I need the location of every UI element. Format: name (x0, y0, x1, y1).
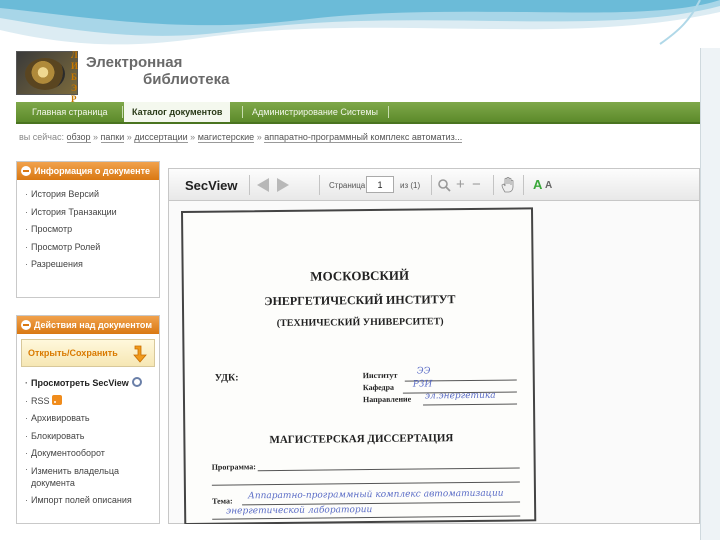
action-secview[interactable]: Просмотреть SecView (25, 375, 159, 393)
doc-heading-1: МОСКОВСКИЙ (310, 267, 410, 284)
doc-theme-value-2: энергетической лаборатории (226, 505, 373, 517)
breadcrumb: вы сейчас: обзор » папки » диссертации »… (19, 132, 463, 143)
zoom-icon[interactable] (437, 178, 451, 192)
hand-tool-icon[interactable] (501, 177, 515, 193)
library-title-line1: Электронная (86, 54, 183, 71)
doc-udk: УДК: (214, 372, 239, 384)
info-panel: Информация о документе История Версий Ис… (16, 161, 160, 298)
logo-letters: Л И Б Э Р (71, 50, 79, 104)
font-smaller-button[interactable]: A (545, 180, 552, 191)
zoom-in-icon[interactable]: + (456, 177, 465, 192)
doc-institute-label: Институт (362, 370, 398, 381)
breadcrumb-prefix: вы сейчас: (19, 132, 64, 142)
actions-panel: Действия над документом Открыть/Сохранит… (16, 315, 160, 524)
zoom-out-icon[interactable]: − (472, 177, 481, 192)
secview-viewer: SecView Страница из (1) + − (168, 168, 700, 524)
breadcrumb-item[interactable]: магистерские (197, 132, 255, 143)
breadcrumb-current: аппаратно-программный комплекс автоматиз… (264, 132, 463, 143)
doc-field-line (257, 467, 520, 472)
collapse-icon[interactable] (21, 320, 31, 330)
slide-page: Л И Б Э Р Электронная библиотека Главная… (0, 0, 720, 540)
info-link-view[interactable]: Просмотр (25, 221, 159, 239)
doc-theme-value: Аппаратно-программный комплекс автоматиз… (247, 488, 504, 502)
disc-logo-icon (25, 58, 65, 90)
open-save-button[interactable]: Открыть/Сохранить (21, 339, 155, 367)
info-link-permissions[interactable]: Разрешения (25, 256, 159, 274)
doc-program-label: Программа: (211, 462, 256, 472)
doc-theme-label: Тема: (211, 496, 233, 506)
doc-field-line (211, 481, 520, 486)
nav-separator (122, 106, 123, 118)
document-page-scan: МОСКОВСКИЙ ЭНЕРГЕТИЧЕСКИЙ ИНСТИТУТ (ТЕХН… (181, 207, 537, 524)
collapse-icon[interactable] (21, 166, 31, 176)
doc-institute-value: ЭЭ (416, 366, 431, 377)
nav-admin[interactable]: Администрирование Системы (244, 102, 386, 122)
actions-panel-header[interactable]: Действия над документом (17, 316, 159, 334)
breadcrumb-item[interactable]: папки (100, 132, 125, 143)
page-label: Страница (329, 181, 366, 190)
toolbar-divider (319, 175, 320, 195)
nav-separator (242, 106, 243, 118)
doc-heading-3: (ТЕХНИЧЕСКИЙ УНИВЕРСИТЕТ) (276, 316, 444, 330)
nav-home[interactable]: Главная страница (24, 102, 116, 122)
prev-page-icon[interactable] (257, 178, 269, 192)
breadcrumb-item[interactable]: обзор (66, 132, 91, 143)
action-rss[interactable]: RSS (25, 393, 159, 411)
rss-icon (51, 394, 62, 405)
page-count: из (1) (400, 181, 421, 190)
viewer-brand: SecView (185, 178, 238, 193)
main-nav: Главная страница Каталог документов Адми… (16, 102, 700, 124)
toolbar-divider (523, 175, 524, 195)
info-panel-title: Информация о документе (34, 166, 151, 176)
doc-direction-value: эл.энергетика (424, 390, 496, 402)
action-change-owner[interactable]: Изменить владельца документа (25, 463, 159, 492)
library-title-line2: библиотека (143, 71, 230, 88)
info-link-transactions[interactable]: История Транзакции (25, 204, 159, 222)
library-logo (16, 51, 78, 95)
page-number-input[interactable] (366, 176, 394, 193)
font-larger-button[interactable]: A (533, 177, 542, 192)
info-link-versions[interactable]: История Версий (25, 186, 159, 204)
doc-chair-value: РЗИ (412, 379, 433, 390)
viewer-toolbar: SecView Страница из (1) + − (169, 169, 699, 201)
breadcrumb-item[interactable]: диссертации (134, 132, 188, 143)
action-workflow[interactable]: Документооборот (25, 445, 159, 463)
slide-side-strip (700, 48, 720, 540)
info-link-roles[interactable]: Просмотр Ролей (25, 239, 159, 257)
arrow-down-right-icon (133, 345, 147, 363)
actions-panel-title: Действия над документом (34, 320, 152, 330)
nav-separator (388, 106, 389, 118)
doc-dissertation-title: МАГИСТЕРСКАЯ ДИССЕРТАЦИЯ (269, 432, 454, 447)
library-title: Электронная библиотека (86, 54, 229, 88)
doc-field-line (423, 403, 518, 406)
toolbar-divider (249, 175, 250, 195)
action-archive[interactable]: Архивировать (25, 410, 159, 428)
info-panel-header[interactable]: Информация о документе (17, 162, 159, 180)
toolbar-divider (431, 175, 432, 195)
doc-field-line (242, 501, 521, 506)
actions-list: Просмотреть SecView RSS Архивировать Бло… (17, 371, 159, 513)
magnifier-icon (131, 377, 142, 387)
open-save-label: Открыть/Сохранить (28, 348, 118, 358)
library-app-screenshot: Л И Б Э Р Электронная библиотека Главная… (11, 48, 700, 524)
toolbar-divider (493, 175, 494, 195)
next-page-icon[interactable] (277, 178, 289, 192)
action-import-fields[interactable]: Импорт полей описания (25, 492, 159, 510)
doc-chair-label: Кафедра (362, 382, 395, 393)
doc-heading-2: ЭНЕРГЕТИЧЕСКИЙ ИНСТИТУТ (264, 292, 456, 309)
action-lock[interactable]: Блокировать (25, 428, 159, 446)
doc-direction-label: Направление (362, 394, 412, 405)
info-list: История Версий История Транзакции Просмо… (17, 180, 159, 278)
nav-catalog[interactable]: Каталог документов (124, 102, 231, 122)
